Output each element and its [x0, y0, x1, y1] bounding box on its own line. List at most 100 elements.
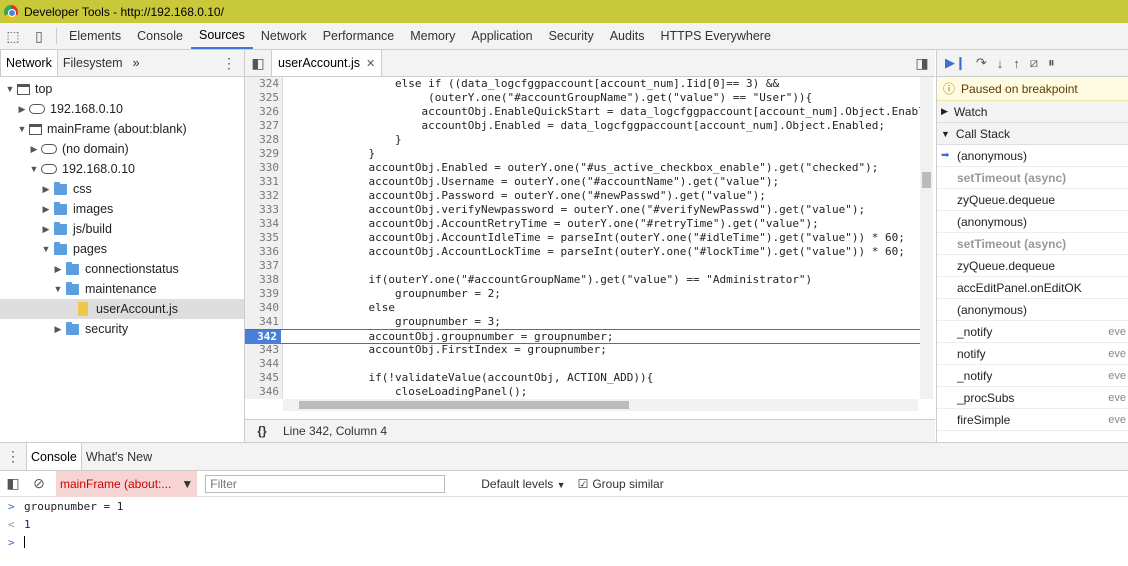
- frame-source[interactable]: eve: [1108, 370, 1126, 382]
- tree-node[interactable]: ▶ js/build: [0, 219, 244, 239]
- tab-https-everywhere[interactable]: HTTPS Everywhere: [652, 23, 778, 49]
- frame-source[interactable]: eve: [1108, 414, 1126, 426]
- resume-icon[interactable]: ▶❙: [945, 55, 966, 71]
- tree-node[interactable]: userAccount.js: [0, 299, 244, 319]
- chevron-right-icon[interactable]: ▶: [52, 264, 64, 275]
- code-line[interactable]: 344: [245, 357, 920, 371]
- line-number[interactable]: 333: [245, 203, 279, 217]
- line-number[interactable]: 338: [245, 273, 279, 287]
- chevron-down-icon[interactable]: ▼: [4, 84, 16, 94]
- tab-whats-new[interactable]: What's New: [82, 443, 156, 470]
- console-prompt[interactable]: >: [0, 533, 1128, 551]
- toggle-navigator-icon[interactable]: ◧: [245, 50, 271, 76]
- callstack-frame[interactable]: zyQueue.dequeue: [937, 189, 1128, 211]
- sidebar-toggle-icon[interactable]: ◧: [0, 475, 26, 492]
- tab-network[interactable]: Network: [253, 23, 315, 49]
- code-line[interactable]: 336 accountObj.AccountLockTime = parseIn…: [245, 245, 920, 259]
- line-number[interactable]: 332: [245, 189, 279, 203]
- line-number[interactable]: 324: [245, 77, 279, 91]
- horizontal-scrollbar[interactable]: [283, 399, 918, 411]
- tree-node[interactable]: ▼ mainFrame (about:blank): [0, 119, 244, 139]
- line-number[interactable]: 342: [245, 330, 281, 344]
- callstack-frame[interactable]: (anonymous): [937, 211, 1128, 233]
- frame-source[interactable]: eve: [1108, 392, 1126, 404]
- chevron-right-icon[interactable]: ▶: [40, 204, 52, 215]
- code-line[interactable]: 335 accountObj.AccountIdleTime = parseIn…: [245, 231, 920, 245]
- frame-source[interactable]: eve: [1108, 348, 1126, 360]
- line-number[interactable]: 343: [245, 343, 279, 357]
- editor-tab-useraccount[interactable]: userAccount.js ✕: [271, 50, 383, 76]
- code-line[interactable]: 337: [245, 259, 920, 273]
- chevron-right-icon[interactable]: ▶: [52, 324, 64, 335]
- code-line[interactable]: 328 }: [245, 133, 920, 147]
- line-number[interactable]: 345: [245, 371, 279, 385]
- tab-network[interactable]: Network: [0, 50, 58, 76]
- tab-console[interactable]: Console: [129, 23, 191, 49]
- toggle-debugger-icon[interactable]: ◨: [909, 50, 935, 76]
- line-number[interactable]: 346: [245, 385, 279, 399]
- frame-source[interactable]: eve: [1108, 326, 1126, 338]
- context-selector[interactable]: mainFrame (about:... ▼: [56, 470, 198, 497]
- clear-console-icon[interactable]: ⊘: [26, 475, 52, 492]
- line-number[interactable]: 325: [245, 91, 279, 105]
- line-number[interactable]: 331: [245, 175, 279, 189]
- tree-node[interactable]: ▶ security: [0, 319, 244, 339]
- tree-node[interactable]: ▼ 192.168.0.10: [0, 159, 244, 179]
- scroll-thumb[interactable]: [922, 172, 931, 188]
- code-line[interactable]: 338 if(outerY.one("#accountGroupName").g…: [245, 273, 920, 287]
- line-number[interactable]: 337: [245, 259, 279, 273]
- callstack-frame[interactable]: zyQueue.dequeue: [937, 255, 1128, 277]
- callstack-frame[interactable]: _notify eve: [937, 365, 1128, 387]
- code-line[interactable]: 345 if(!validateValue(accountObj, ACTION…: [245, 371, 920, 385]
- tab-memory[interactable]: Memory: [402, 23, 463, 49]
- tree-node[interactable]: ▼ maintenance: [0, 279, 244, 299]
- line-number[interactable]: 334: [245, 217, 279, 231]
- line-number[interactable]: 344: [245, 357, 279, 371]
- tree-node[interactable]: ▼ pages: [0, 239, 244, 259]
- chevron-right-icon[interactable]: ▶: [28, 144, 40, 155]
- tab-filesystem[interactable]: Filesystem: [58, 50, 128, 76]
- watch-section[interactable]: ▶ Watch: [937, 101, 1128, 123]
- callstack-frame[interactable]: ➡ (anonymous): [937, 145, 1128, 167]
- tab-performance[interactable]: Performance: [315, 23, 403, 49]
- chevron-down-icon[interactable]: ▼: [52, 284, 64, 294]
- code-line[interactable]: 342 accountObj.groupnumber = groupnumber…: [245, 329, 920, 344]
- code-line[interactable]: 334 accountObj.AccountRetryTime = outerY…: [245, 217, 920, 231]
- code-line[interactable]: 326 accountObj.EnableQuickStart = data_l…: [245, 105, 925, 119]
- line-number[interactable]: 336: [245, 245, 279, 259]
- tree-node[interactable]: ▶ (no domain): [0, 139, 244, 159]
- code-line[interactable]: 327 accountObj.Enabled = data_logcfggpac…: [245, 119, 920, 133]
- vertical-scrollbar[interactable]: [920, 77, 933, 399]
- line-number[interactable]: 341: [245, 315, 279, 329]
- callstack-frame[interactable]: notify eve: [937, 343, 1128, 365]
- code-view[interactable]: 324 else if ((data_logcfggpaccount[accou…: [245, 77, 935, 399]
- pause-on-exceptions-icon[interactable]: ⏸: [1048, 55, 1055, 71]
- code-line[interactable]: 339 groupnumber = 2;: [245, 287, 920, 301]
- chevron-right-icon[interactable]: ▶: [40, 184, 52, 195]
- device-toolbar-icon[interactable]: ▯: [26, 23, 52, 49]
- tab-elements[interactable]: Elements: [61, 23, 129, 49]
- line-number[interactable]: 330: [245, 161, 279, 175]
- tab-application[interactable]: Application: [463, 23, 540, 49]
- chevron-right-icon[interactable]: ▶: [40, 224, 52, 235]
- code-line[interactable]: 330 accountObj.Enabled = outerY.one("#us…: [245, 161, 920, 175]
- code-line[interactable]: 343 accountObj.FirstIndex = groupnumber;: [245, 343, 920, 357]
- tab-security[interactable]: Security: [541, 23, 602, 49]
- code-line[interactable]: 333 accountObj.verifyNewpassword = outer…: [245, 203, 920, 217]
- group-similar-checkbox[interactable]: ☑ Group similar: [578, 477, 664, 491]
- callstack-frame[interactable]: _notify eve: [937, 321, 1128, 343]
- filter-input[interactable]: [205, 474, 446, 493]
- line-number[interactable]: 335: [245, 231, 279, 245]
- code-line[interactable]: 346 closeLoadingPanel();: [245, 385, 920, 399]
- code-line[interactable]: 329 }: [245, 147, 920, 161]
- chevron-down-icon[interactable]: ▼: [28, 164, 40, 174]
- code-line[interactable]: 331 accountObj.Username = outerY.one("#a…: [245, 175, 920, 189]
- step-out-icon[interactable]: ↑: [1013, 56, 1020, 71]
- line-number[interactable]: 326: [245, 105, 279, 119]
- callstack-frame[interactable]: accEditPanel.onEditOK: [937, 277, 1128, 299]
- tree-node[interactable]: ▼ top: [0, 79, 244, 99]
- kebab-menu-icon[interactable]: ⋮: [214, 50, 244, 76]
- callstack-frame[interactable]: _procSubs eve: [937, 387, 1128, 409]
- step-into-icon[interactable]: ↓: [997, 56, 1004, 71]
- code-line[interactable]: 324 else if ((data_logcfggpaccount[accou…: [245, 77, 920, 91]
